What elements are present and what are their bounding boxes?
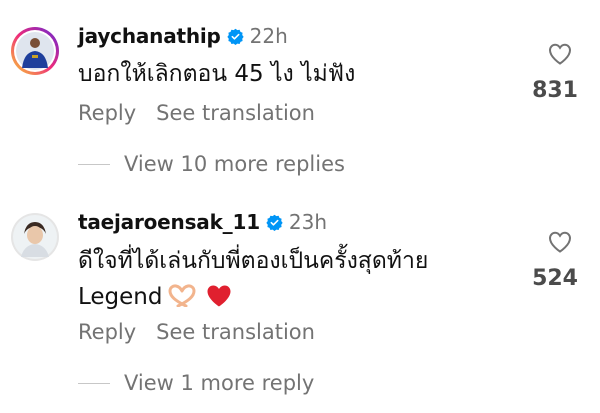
comment-text-line: ดีใจที่ได้เล่นกับพี่ตองเป็นครั้งสุดท้าย <box>78 248 429 274</box>
view-more-replies-button[interactable]: View 10 more replies <box>78 152 345 176</box>
like-count: 831 <box>532 78 578 103</box>
avatar[interactable] <box>10 212 60 262</box>
see-translation-button[interactable]: See translation <box>156 320 315 344</box>
avatar[interactable] <box>10 26 60 76</box>
verified-badge-icon <box>227 28 244 45</box>
like-count: 524 <box>532 266 578 291</box>
heart-outline-icon[interactable] <box>548 43 572 65</box>
comment-text: บอกให้เลิกตอน 45 ไง ไม่ฟัง <box>78 61 356 87</box>
see-translation-button[interactable]: See translation <box>156 101 315 125</box>
comment-text-line: Legend <box>78 279 518 318</box>
view-more-replies-button[interactable]: View 1 more reply <box>78 371 314 395</box>
view-more-replies-label: View 10 more replies <box>124 152 345 176</box>
reply-button[interactable]: Reply <box>78 320 136 344</box>
heart-outline-icon[interactable] <box>548 231 572 253</box>
comment-text-word: Legend <box>78 284 163 310</box>
comment-text: ดีใจที่ได้เล่นกับพี่ตองเป็นครั้งสุดท้าย … <box>78 243 518 318</box>
reply-button[interactable]: Reply <box>78 101 136 125</box>
heart-hands-emoji <box>167 282 197 318</box>
username[interactable]: taejaroensak_11 <box>78 210 260 234</box>
divider <box>78 163 110 165</box>
red-heart-emoji <box>199 284 232 310</box>
verified-badge-icon <box>266 214 283 231</box>
timestamp: 23h <box>288 210 328 234</box>
divider <box>78 382 110 384</box>
timestamp: 22h <box>249 24 288 48</box>
view-more-replies-label: View 1 more reply <box>124 371 315 395</box>
username[interactable]: jaychanathip <box>78 24 221 48</box>
